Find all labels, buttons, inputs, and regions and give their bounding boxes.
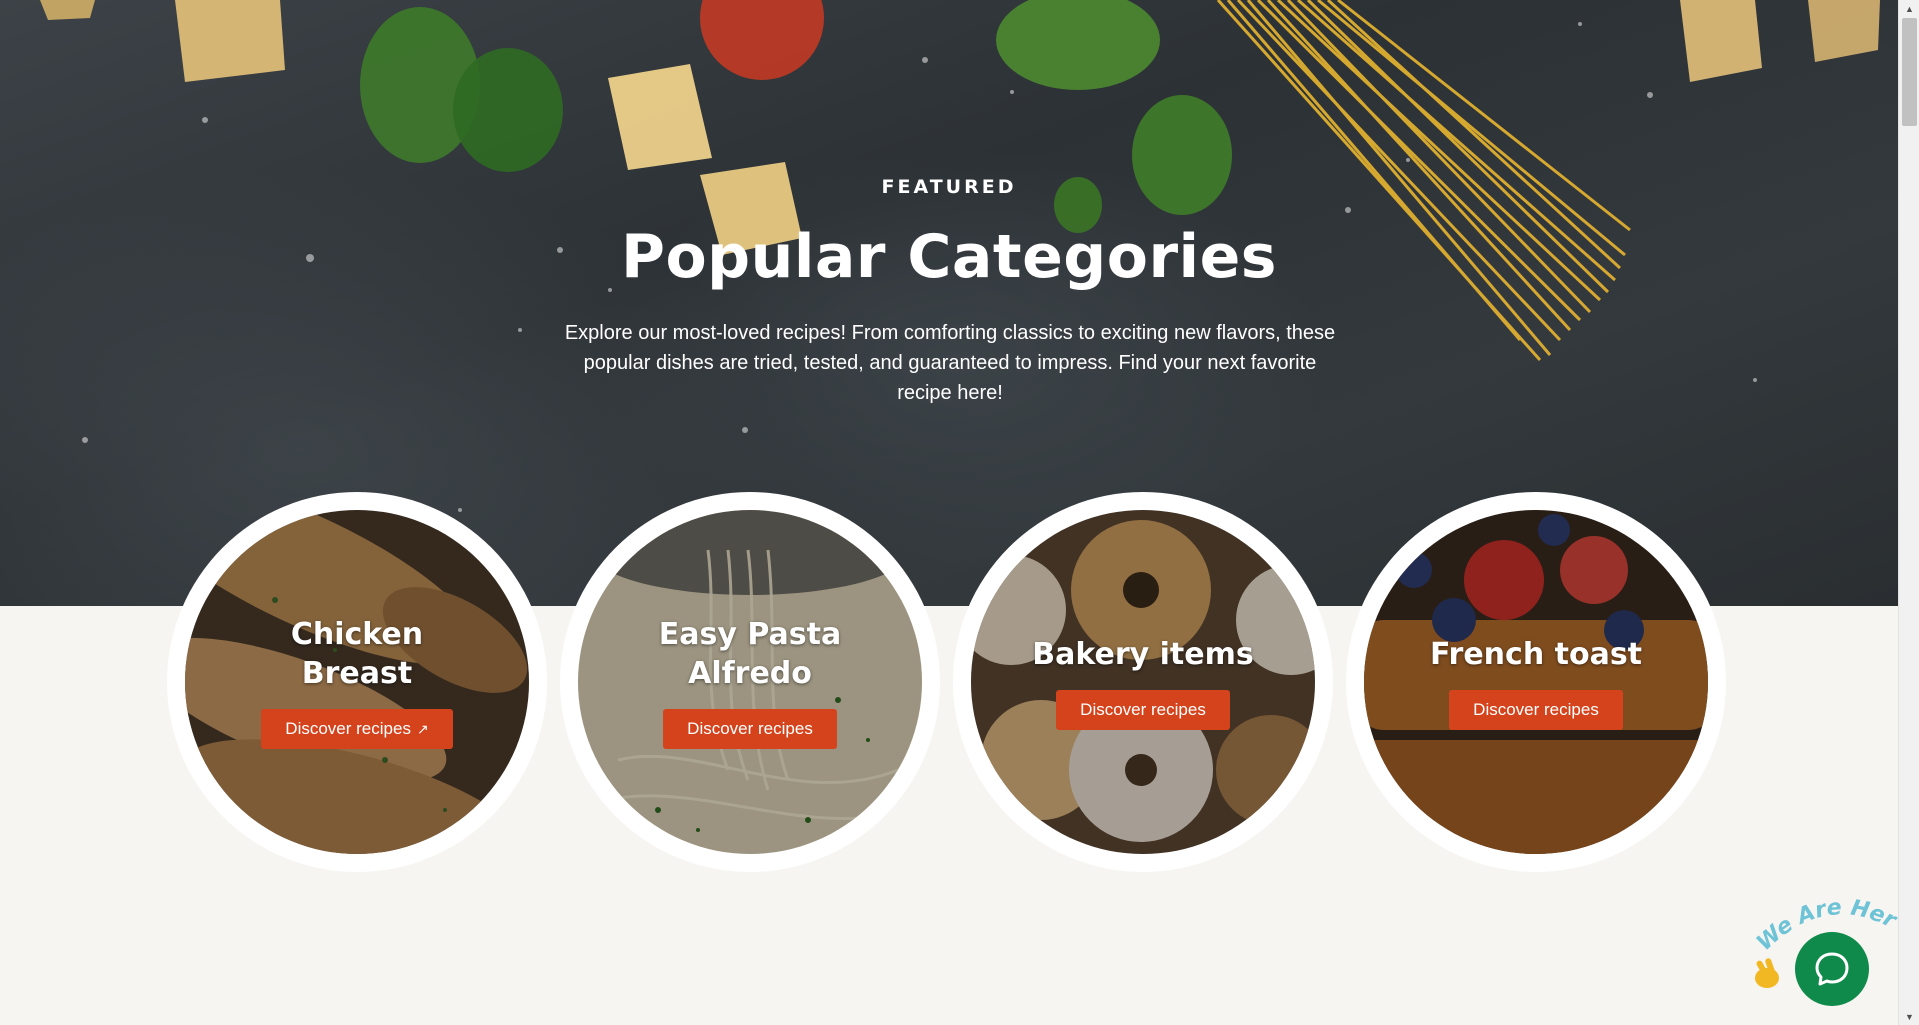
category-card-chicken-breast[interactable]: Chicken Breast Discover recipes ↗ bbox=[167, 492, 547, 872]
waving-hand-icon bbox=[1755, 958, 1779, 988]
section-description: Explore our most-loved recipes! From com… bbox=[564, 322, 1336, 404]
category-card-easy-pasta-alfredo[interactable]: Easy Pasta Alfredo Discover recipes bbox=[560, 492, 940, 872]
category-card-bakery-items[interactable]: Bakery items Discover recipes bbox=[953, 492, 1333, 872]
category-title: Bakery items bbox=[1032, 636, 1254, 672]
discover-recipes-button[interactable]: Discover recipes bbox=[1449, 689, 1623, 730]
scrollbar-thumb[interactable] bbox=[1902, 18, 1917, 126]
category-card-image-frame: Bakery items Discover recipes bbox=[971, 510, 1315, 854]
button-label: Discover recipes bbox=[1080, 699, 1206, 719]
scroll-down-arrow-icon[interactable]: ▼ bbox=[1899, 1008, 1919, 1025]
discover-recipes-button[interactable]: Discover recipes ↗ bbox=[261, 709, 453, 749]
chat-bubble-icon bbox=[1815, 952, 1849, 986]
scroll-up-arrow-icon[interactable]: ▲ bbox=[1899, 0, 1919, 17]
button-label: Discover recipes bbox=[285, 719, 411, 738]
category-title: Easy Pasta Alfredo bbox=[658, 617, 842, 691]
arrow-up-right-icon: ↗ bbox=[416, 721, 429, 737]
button-label: Discover recipes bbox=[1473, 699, 1599, 719]
button-label: Discover recipes bbox=[687, 719, 813, 738]
section-eyebrow: FEATURED bbox=[881, 176, 1017, 198]
discover-recipes-button[interactable]: Discover recipes bbox=[1056, 689, 1230, 730]
section-title: Popular Categories bbox=[620, 222, 1278, 292]
category-card-french-toast[interactable]: French toast Discover recipes bbox=[1346, 492, 1726, 872]
category-card-image-frame: Easy Pasta Alfredo Discover recipes bbox=[578, 510, 922, 854]
discover-recipes-button[interactable]: Discover recipes bbox=[663, 709, 837, 749]
category-card-image-frame: French toast Discover recipes bbox=[1364, 510, 1708, 854]
open-chat-button[interactable] bbox=[1795, 932, 1869, 1006]
page-scrollbar[interactable]: ▲ ▼ bbox=[1898, 0, 1919, 1025]
category-title: Chicken Breast bbox=[290, 617, 424, 691]
category-title: French toast bbox=[1429, 636, 1643, 672]
category-card-image-frame: Chicken Breast Discover recipes ↗ bbox=[185, 510, 529, 854]
